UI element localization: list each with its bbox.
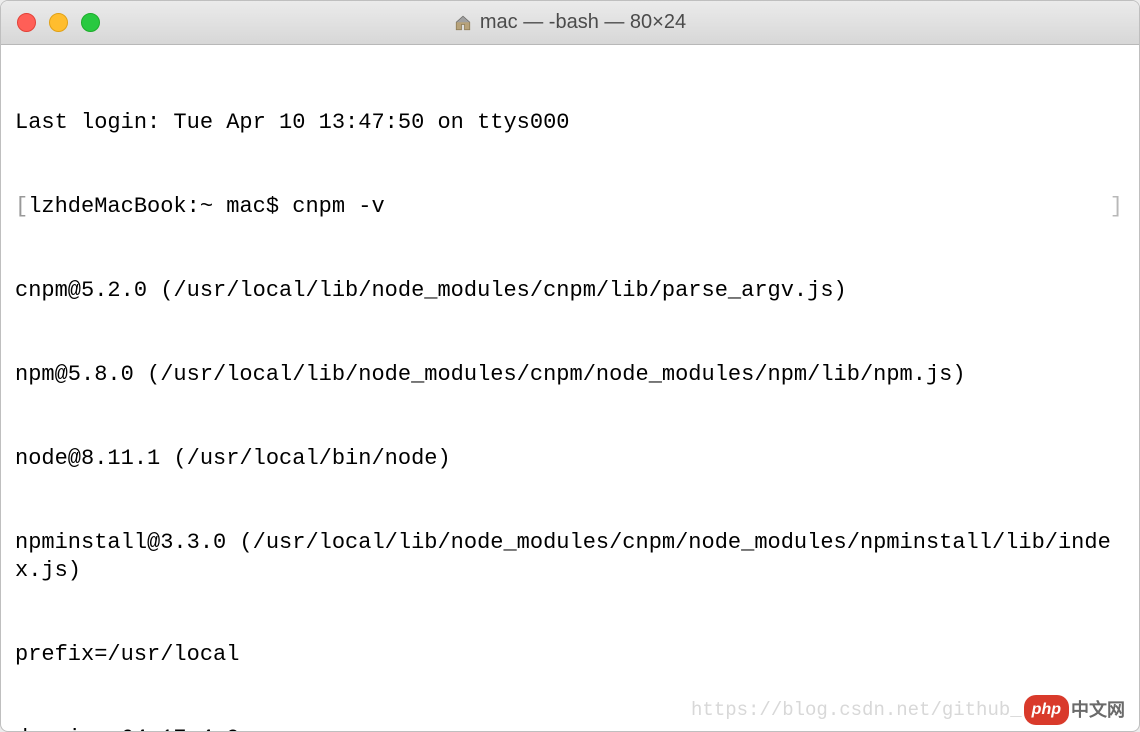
watermark-badge: php: [1024, 695, 1069, 725]
terminal-window: mac — -bash — 80×24 Last login: Tue Apr …: [0, 0, 1140, 732]
terminal-line: npm@5.8.0 (/usr/local/lib/node_modules/c…: [15, 361, 1125, 389]
title-center: mac — -bash — 80×24: [1, 11, 1139, 34]
titlebar: mac — -bash — 80×24: [1, 1, 1139, 45]
maximize-button[interactable]: [81, 13, 100, 32]
terminal-line: prefix=/usr/local: [15, 641, 1125, 669]
terminal-line: Last login: Tue Apr 10 13:47:50 on ttys0…: [15, 109, 1125, 137]
watermark-text: https://blog.csdn.net/github_: [691, 696, 1022, 724]
terminal-line: cnpm@5.2.0 (/usr/local/lib/node_modules/…: [15, 277, 1125, 305]
terminal-line: [lzhdeMacBook:~ mac$ cnpm -v]: [15, 193, 1125, 221]
terminal-line: npminstall@3.3.0 (/usr/local/lib/node_mo…: [15, 529, 1125, 585]
home-icon: [454, 14, 472, 32]
terminal-text: lzhdeMacBook:~ mac$ cnpm -v: [28, 194, 384, 219]
left-bracket: [: [15, 194, 28, 219]
window-title: mac — -bash — 80×24: [480, 11, 686, 34]
terminal-line: darwin x64 17.4.0: [15, 725, 1125, 731]
minimize-button[interactable]: [49, 13, 68, 32]
terminal-line: node@8.11.1 (/usr/local/bin/node): [15, 445, 1125, 473]
watermark: https://blog.csdn.net/github_ php 中文网: [691, 695, 1125, 725]
right-bracket: ]: [1110, 193, 1123, 221]
close-button[interactable]: [17, 13, 36, 32]
watermark-cn: 中文网: [1071, 696, 1125, 724]
terminal-output[interactable]: Last login: Tue Apr 10 13:47:50 on ttys0…: [1, 45, 1139, 731]
traffic-lights: [1, 13, 100, 32]
